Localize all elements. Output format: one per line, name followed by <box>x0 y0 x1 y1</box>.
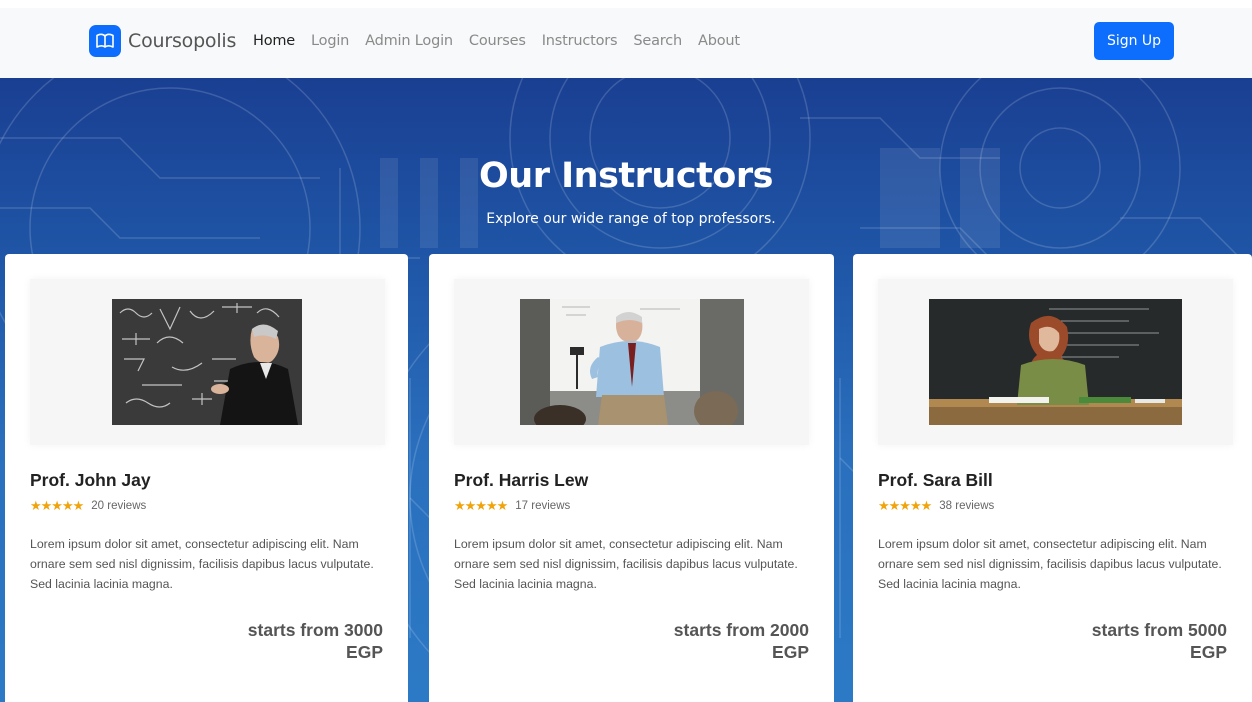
nav-link-about[interactable]: About <box>698 33 740 49</box>
book-icon <box>89 25 121 57</box>
review-count: 17 reviews <box>515 500 571 512</box>
instructor-image-frame <box>454 279 809 445</box>
nav-link-instructors[interactable]: Instructors <box>542 33 618 49</box>
sign-up-button[interactable]: Sign Up <box>1094 22 1174 60</box>
instructor-rating: ★★★★★ 17 reviews <box>454 498 570 514</box>
instructor-description: Lorem ipsum dolor sit amet, consectetur … <box>30 537 374 591</box>
nav-link-search[interactable]: Search <box>633 33 682 49</box>
price-currency: EGP <box>772 642 809 662</box>
instructor-name: Prof. Harris Lew <box>454 470 589 490</box>
brand-name: Coursopolis <box>128 30 237 52</box>
instructor-card: Prof. Harris Lew ★★★★★ 17 reviews Lorem … <box>429 254 834 702</box>
instructor-rating: ★★★★★ 20 reviews <box>30 498 146 514</box>
instructor-name: Prof. Sara Bill <box>878 470 993 490</box>
price-amount: starts from 2000 <box>673 620 809 640</box>
nav-links: Home Login Admin Login Courses Instructo… <box>253 33 756 49</box>
instructor-photo <box>112 299 302 425</box>
instructor-image-frame <box>30 279 385 445</box>
nav-link-admin-login[interactable]: Admin Login <box>365 33 453 49</box>
instructor-description: Lorem ipsum dolor sit amet, consectetur … <box>454 537 798 591</box>
instructor-name: Prof. John Jay <box>30 470 151 490</box>
instructor-price: starts from 5000 EGP <box>1092 619 1227 663</box>
review-count: 20 reviews <box>91 500 147 512</box>
instructor-card: Prof. John Jay ★★★★★ 20 reviews Lorem ip… <box>5 254 408 702</box>
star-rating-icon: ★★★★★ <box>30 498 84 513</box>
price-amount: starts from 3000 <box>247 620 383 640</box>
review-count: 38 reviews <box>939 500 995 512</box>
instructor-rating: ★★★★★ 38 reviews <box>878 498 994 514</box>
instructor-price: starts from 3000 EGP <box>248 619 383 663</box>
hero-subtitle: Explore our wide range of top professors… <box>486 211 776 227</box>
price-amount: starts from 5000 <box>1091 620 1227 640</box>
instructor-description: Lorem ipsum dolor sit amet, consectetur … <box>878 537 1222 591</box>
instructor-price: starts from 2000 EGP <box>674 619 809 663</box>
star-rating-icon: ★★★★★ <box>878 498 932 513</box>
hero-title: Our Instructors <box>479 156 773 196</box>
instructor-image-frame <box>878 279 1233 445</box>
price-currency: EGP <box>1190 642 1227 662</box>
nav-link-courses[interactable]: Courses <box>469 33 526 49</box>
navbar: Coursopolis Home Login Admin Login Cours… <box>0 0 1252 78</box>
instructor-photo <box>520 299 744 425</box>
brand[interactable]: Coursopolis <box>89 25 236 57</box>
star-rating-icon: ★★★★★ <box>454 498 508 513</box>
nav-link-login[interactable]: Login <box>311 33 349 49</box>
nav-link-home[interactable]: Home <box>253 33 295 49</box>
instructor-card: Prof. Sara Bill ★★★★★ 38 reviews Lorem i… <box>853 254 1252 702</box>
instructor-photo <box>929 299 1182 425</box>
price-currency: EGP <box>346 642 383 662</box>
